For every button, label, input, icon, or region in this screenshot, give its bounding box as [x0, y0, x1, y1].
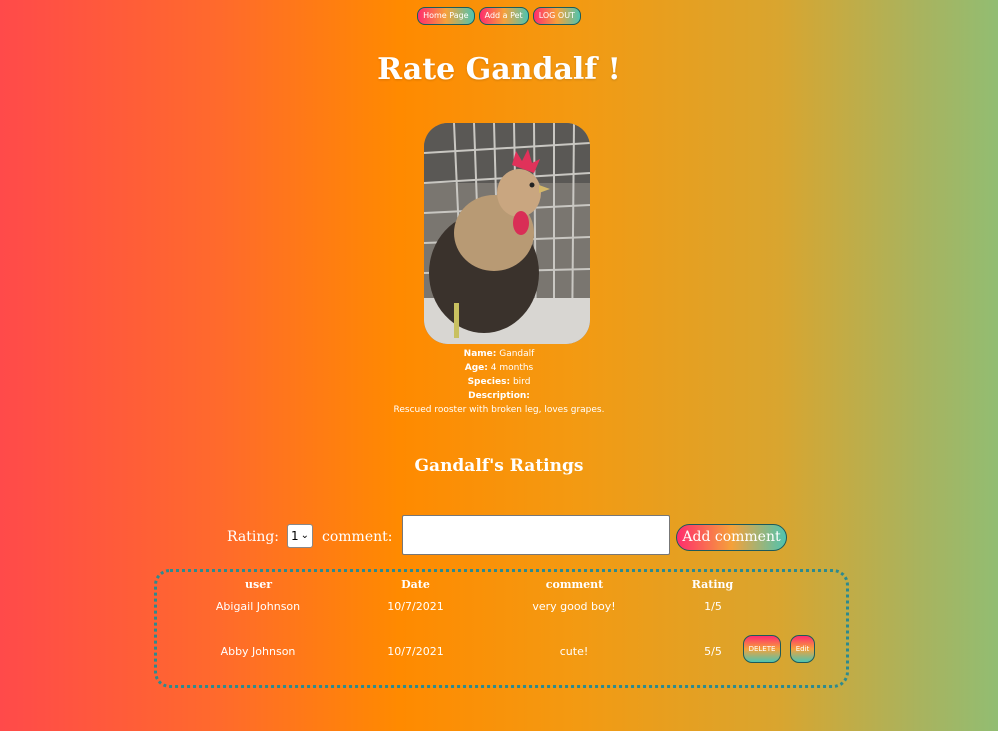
row1-date: 10/7/2021 [387, 600, 444, 613]
ratings-heading: Gandalf's Ratings [414, 456, 584, 476]
home-page-button[interactable]: Home Page [417, 7, 475, 25]
row1-rating: 1/5 [704, 600, 722, 613]
pet-info: Name: Gandalf Age: 4 months Species: bir… [0, 347, 998, 417]
row2-user: Abby Johnson [220, 645, 296, 658]
page-title: Rate Gandalf ! [377, 52, 621, 87]
pet-age: 4 months [490, 363, 534, 373]
age-label: Age: [464, 363, 488, 373]
rating-select-value: 1 [291, 529, 299, 543]
row2-date: 10/7/2021 [387, 645, 444, 658]
description-label: Description: [468, 391, 530, 401]
species-label: Species: [467, 377, 511, 387]
column-header-comment: comment [545, 578, 604, 591]
pet-photo [424, 123, 590, 344]
pet-species: bird [512, 377, 531, 387]
chevron-down-icon: ⌄ [300, 530, 309, 541]
column-header-user: user [245, 578, 272, 591]
pet-description: Rescued rooster with broken leg, loves g… [393, 405, 605, 415]
rating-select[interactable]: 1 ⌄ [287, 524, 313, 548]
row2-rating: 5/5 [704, 645, 722, 658]
delete-button[interactable]: DELETE [743, 635, 781, 663]
rating-form: Rating: 1 ⌄ comment: Add comment [0, 515, 998, 555]
edit-button[interactable]: Edit [790, 635, 815, 663]
ratings-table: user Date comment Rating Abigail Johnson… [154, 569, 849, 688]
rooster-image [424, 123, 590, 344]
rating-label: Rating: [227, 529, 280, 545]
comment-label: comment: [322, 529, 393, 545]
logout-button[interactable]: LOG OUT [532, 7, 581, 25]
add-pet-button[interactable]: Add a Pet [478, 7, 529, 25]
top-nav: Home Page Add a Pet LOG OUT [0, 7, 998, 25]
row2-comment: cute! [559, 645, 589, 658]
pet-name: Gandalf [499, 349, 535, 359]
row1-comment: very good boy! [532, 600, 616, 613]
add-comment-button[interactable]: Add comment [676, 524, 787, 551]
column-header-rating: Rating [691, 578, 734, 591]
name-label: Name: [463, 349, 497, 359]
comment-textarea[interactable] [402, 515, 670, 555]
row1-user: Abigail Johnson [215, 600, 301, 613]
column-header-date: Date [401, 578, 430, 591]
